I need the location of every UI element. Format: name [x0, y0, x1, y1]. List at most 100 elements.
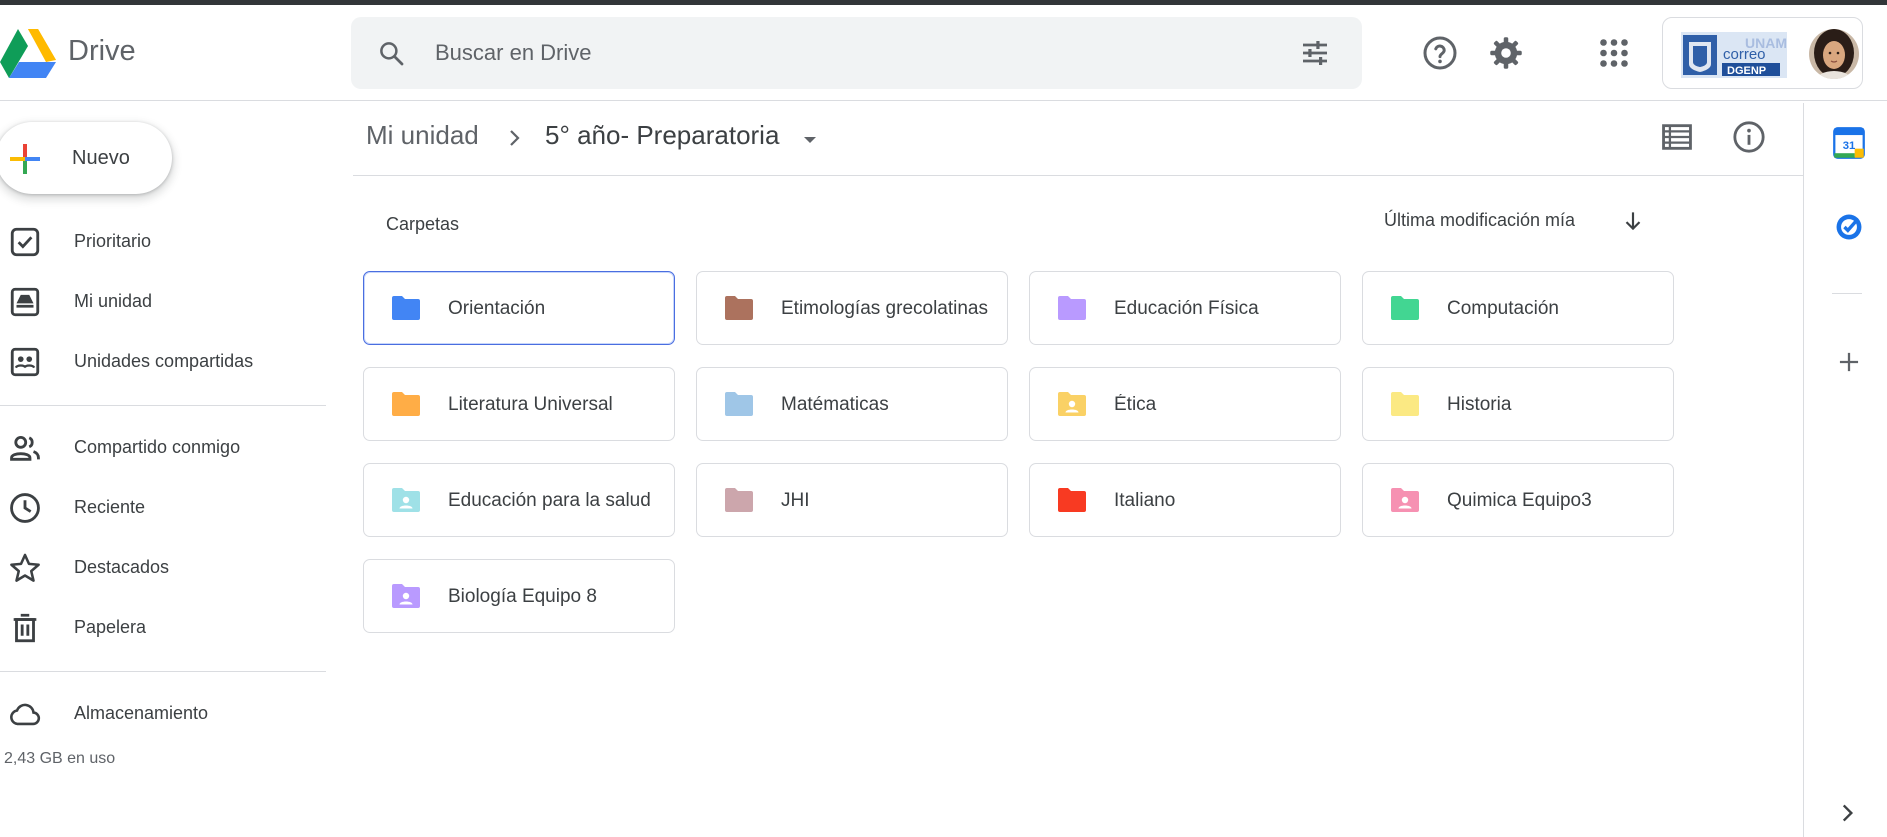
sidebar-item-unidades-compartidas[interactable]: Unidades compartidas — [0, 335, 326, 387]
folder-card[interactable]: Historia — [1362, 367, 1674, 441]
search-options-icon[interactable] — [1299, 37, 1331, 69]
sidebar-item-reciente[interactable]: Reciente — [0, 481, 326, 533]
sidebar-item-label: Compartido conmigo — [74, 437, 241, 457]
breadcrumb-root[interactable]: Mi unidad — [366, 120, 479, 151]
tasks-icon[interactable] — [1832, 210, 1866, 244]
sidebar-item-label: Mi unidad — [74, 291, 153, 311]
chevron-right-icon[interactable] — [1834, 800, 1860, 826]
side-panel-divider — [1803, 103, 1804, 837]
folder-icon — [1058, 488, 1086, 512]
search-bar[interactable] — [351, 17, 1362, 89]
folder-card[interactable]: Biología Equipo 8 — [363, 559, 675, 633]
folder-name: Educación Física — [1114, 298, 1259, 319]
new-button-label: Nuevo — [72, 147, 130, 169]
folder-card[interactable]: Orientación — [363, 271, 675, 345]
sidebar-item-prioritario[interactable]: Prioritario — [0, 215, 326, 267]
sidebar-item-label: Unidades compartidas — [74, 351, 254, 371]
folder-name: JHI — [781, 490, 810, 511]
add-addon-icon[interactable] — [1832, 345, 1866, 379]
plus-icon — [10, 144, 40, 174]
folder-icon — [392, 296, 420, 320]
star-icon — [10, 553, 40, 582]
section-title: Carpetas — [386, 214, 460, 234]
app-name: Drive — [68, 35, 136, 67]
sidebar-item-compartido-conmigo[interactable]: Compartido conmigo — [0, 421, 326, 473]
sidebar-item-destacados[interactable]: Destacados — [0, 541, 326, 593]
folder-name: Italiano — [1114, 490, 1176, 511]
help-icon[interactable] — [1422, 35, 1458, 71]
sidebar-item-label: Reciente — [74, 497, 146, 517]
folder-card[interactable]: Ética — [1029, 367, 1341, 441]
calendar-day: 31 — [1843, 140, 1856, 152]
folder-name: Literatura Universal — [448, 394, 613, 415]
priority-icon — [10, 227, 40, 257]
folder-name: Orientación — [448, 298, 546, 319]
logo-text-correo: correo — [1723, 46, 1766, 63]
folder-icon — [725, 392, 753, 416]
folder-icon — [725, 296, 753, 320]
storage-usage: 2,43 GB en uso — [4, 750, 116, 767]
new-button[interactable]: Nuevo — [0, 122, 172, 194]
sidebar-item-almacenamiento[interactable]: Almacenamiento — [0, 687, 326, 739]
sidebar-divider — [0, 405, 326, 406]
folder-icon — [1391, 392, 1419, 416]
shared-folder-icon — [1058, 392, 1086, 416]
folder-name: Computación — [1447, 298, 1559, 319]
folder-icon — [392, 392, 420, 416]
list-view-icon[interactable] — [1660, 120, 1694, 154]
folder-name: Educación para la salud — [448, 490, 651, 511]
folder-card[interactable]: Educación para la salud — [363, 463, 675, 537]
arrow-down-icon[interactable] — [1620, 208, 1646, 234]
sort-label[interactable]: Última modificación mía — [1384, 210, 1575, 231]
folder-name: Etimologías grecolatinas — [781, 298, 988, 319]
folder-name: Historia — [1447, 394, 1512, 415]
side-panel-separator — [1832, 293, 1862, 294]
organization-logo: UNAM correo DGENP — [1681, 32, 1787, 78]
settings-gear-icon[interactable] — [1488, 35, 1524, 71]
folder-card[interactable]: Etimologías grecolatinas — [696, 271, 1008, 345]
account-switcher[interactable]: UNAM correo DGENP — [1662, 17, 1863, 89]
folder-card[interactable]: Quimica Equipo3 — [1362, 463, 1674, 537]
sidebar-divider — [0, 671, 326, 672]
folder-card[interactable]: Literatura Universal — [363, 367, 675, 441]
folder-card[interactable]: Educación Física — [1029, 271, 1341, 345]
search-icon[interactable] — [377, 39, 407, 69]
breadcrumb-current[interactable]: 5° año- Preparatoria — [545, 120, 779, 151]
main-divider — [353, 175, 1804, 176]
app-header: Drive Buscar en Drive UNAM correo DGENP — [0, 5, 1887, 101]
search-input[interactable] — [435, 31, 1255, 75]
sidebar-item-mi-unidad[interactable]: Mi unidad — [0, 275, 326, 327]
sidebar-item-label: Destacados — [74, 557, 170, 577]
folder-icon — [1058, 296, 1086, 320]
sidebar-item-papelera[interactable]: Papelera — [0, 601, 326, 653]
folder-icon — [725, 488, 753, 512]
sidebar-item-label: Almacenamiento — [74, 703, 209, 723]
calendar-icon[interactable]: 31 — [1832, 126, 1866, 160]
folder-card[interactable]: Italiano — [1029, 463, 1341, 537]
folder-name: Ética — [1114, 394, 1157, 415]
folder-name: Quimica Equipo3 — [1447, 490, 1592, 511]
folder-card[interactable]: Computación — [1362, 271, 1674, 345]
drive-logo-icon[interactable] — [0, 27, 56, 79]
people-icon — [10, 435, 40, 461]
sidebar-item-label: Prioritario — [74, 231, 152, 251]
folder-name: Biología Equipo 8 — [448, 586, 597, 607]
dropdown-arrow-icon[interactable] — [798, 128, 822, 152]
apps-grid-icon[interactable] — [1596, 35, 1632, 71]
my-drive-icon — [10, 287, 40, 317]
folder-icon — [1391, 296, 1419, 320]
folder-name: Matématicas — [781, 394, 889, 415]
avatar[interactable] — [1809, 29, 1859, 79]
folder-card[interactable]: Matématicas — [696, 367, 1008, 441]
info-icon[interactable] — [1732, 120, 1766, 154]
clock-icon — [10, 493, 40, 523]
folder-card[interactable]: JHI — [696, 463, 1008, 537]
chevron-right-icon — [510, 130, 520, 146]
shared-folder-icon — [1391, 488, 1419, 512]
logo-text-dgenp: DGENP — [1727, 65, 1766, 77]
shared-folder-icon — [392, 488, 420, 512]
sidebar-item-label: Papelera — [74, 617, 147, 637]
trash-icon — [13, 613, 37, 643]
cloud-icon — [10, 703, 41, 726]
shared-drives-icon — [10, 347, 40, 377]
